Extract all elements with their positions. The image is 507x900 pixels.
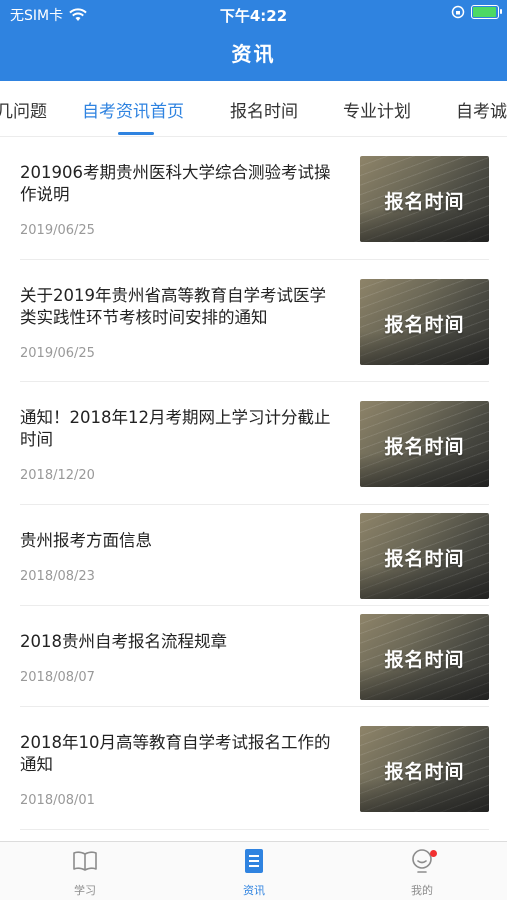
news-thumbnail: 报名时间 <box>360 614 489 700</box>
news-thumbnail: 报名时间 <box>360 279 489 365</box>
news-date: 2019/06/25 <box>20 223 95 238</box>
news-title: 2018贵州自考报名流程规章 <box>20 632 227 651</box>
notification-badge <box>430 850 437 857</box>
news-date: 2018/12/20 <box>20 468 95 483</box>
news-date: 2018/08/23 <box>20 569 95 584</box>
news-date: 2018/08/01 <box>20 793 95 808</box>
tabbar-news[interactable]: 资讯 <box>214 848 294 898</box>
news-item[interactable]: 2018年10月高等教育自学考试报名工作的通知 2018/08/01 报名时间 <box>20 707 489 830</box>
category-tabs: 几问题 自考资讯首页 报名时间 专业计划 自考诚 <box>0 81 507 137</box>
status-bar: 无SIM卡 下午4:22 <box>0 0 507 28</box>
thumbnail-label: 报名时间 <box>384 314 465 336</box>
top-header: 无SIM卡 下午4:22 资讯 <box>0 0 507 81</box>
news-thumbnail: 报名时间 <box>360 726 489 812</box>
tabbar-study[interactable]: 学习 <box>45 848 125 898</box>
news-title: 2018年10月高等教育自学考试报名工作的通知 <box>20 733 331 774</box>
thumbnail-label: 报名时间 <box>384 436 465 458</box>
tabbar-mine[interactable]: 我的 <box>382 848 462 898</box>
news-date: 2018/08/07 <box>20 670 95 685</box>
news-title: 关于2019年贵州省高等教育自学考试医学类实践性环节考核时间安排的通知 <box>20 286 326 327</box>
bottom-tab-bar: 学习 资讯 我的 <box>0 841 507 900</box>
news-title: 201906考期贵州医科大学综合测验考试操作说明 <box>20 163 331 204</box>
news-item[interactable]: 通知！2018年12月考期网上学习计分截止时间 2018/12/20 报名时间 <box>20 382 489 505</box>
tabbar-label: 学习 <box>74 884 96 897</box>
status-time: 下午4:22 <box>219 7 288 25</box>
news-title: 通知！2018年12月考期网上学习计分截止时间 <box>20 408 331 449</box>
tabbar-label: 我的 <box>411 884 433 897</box>
document-icon <box>245 849 263 873</box>
battery-fill <box>473 7 496 17</box>
news-list: 201906考期贵州医科大学综合测验考试操作说明 2019/06/25 报名时间… <box>0 137 507 830</box>
news-item[interactable]: 关于2019年贵州省高等教育自学考试医学类实践性环节考核时间安排的通知 2019… <box>20 260 489 382</box>
news-thumbnail: 报名时间 <box>360 401 489 487</box>
status-right <box>451 5 502 19</box>
news-item[interactable]: 2018贵州自考报名流程规章 2018/08/07 报名时间 <box>20 606 489 707</box>
news-item[interactable]: 201906考期贵州医科大学综合测验考试操作说明 2019/06/25 报名时间 <box>20 137 489 260</box>
thumbnail-label: 报名时间 <box>384 761 465 783</box>
news-thumbnail: 报名时间 <box>360 156 489 242</box>
tab-news-home[interactable]: 自考资讯首页 <box>82 97 184 122</box>
book-icon <box>73 851 97 871</box>
thumbnail-label: 报名时间 <box>384 191 465 213</box>
page-title: 资讯 <box>231 42 276 66</box>
tab-common-questions[interactable]: 几问题 <box>0 97 47 122</box>
thumbnail-label: 报名时间 <box>384 649 465 671</box>
tab-integrity[interactable]: 自考诚 <box>456 97 507 122</box>
tab-registration-time[interactable]: 报名时间 <box>230 97 298 122</box>
orientation-lock-icon <box>451 5 465 19</box>
active-tab-indicator <box>118 132 154 135</box>
tabbar-label: 资讯 <box>243 884 265 897</box>
news-title: 贵州报考方面信息 <box>20 531 152 550</box>
news-date: 2019/06/25 <box>20 346 95 361</box>
tab-major-plan[interactable]: 专业计划 <box>343 97 411 122</box>
news-item[interactable]: 贵州报考方面信息 2018/08/23 报名时间 <box>20 505 489 606</box>
battery-icon <box>471 5 502 19</box>
thumbnail-label: 报名时间 <box>384 548 465 570</box>
news-thumbnail: 报名时间 <box>360 513 489 599</box>
